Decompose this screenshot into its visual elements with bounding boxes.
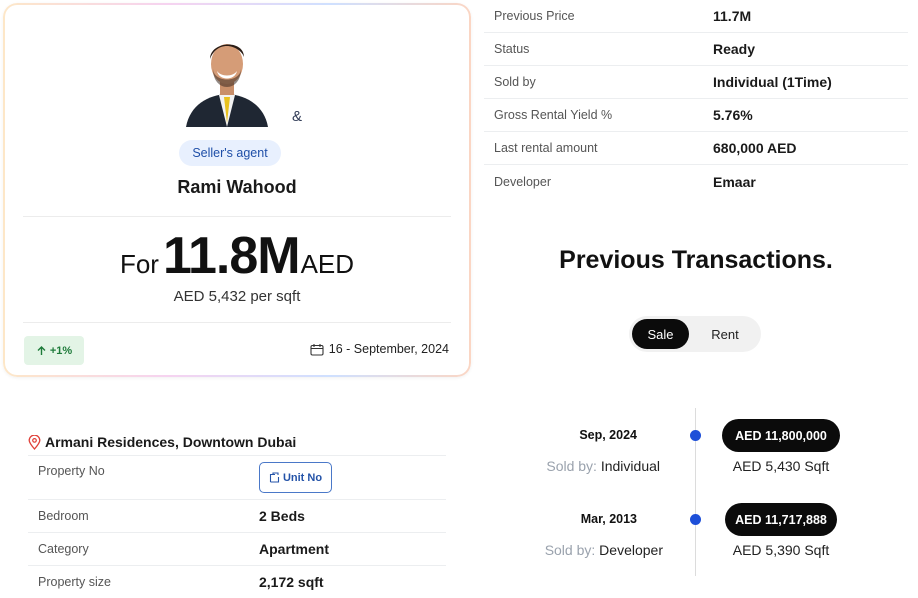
unit-no-button[interactable]: Unit No (259, 462, 332, 493)
detail-value: Ready (713, 41, 756, 57)
property-location: Armani Residences, Downtown Dubai (28, 434, 296, 450)
transaction-sqft-price: AED 5,430 Sqft (732, 458, 830, 474)
agent-name[interactable]: Rami Wahood (3, 177, 471, 198)
detail-row: Sold by Individual (1Time) (484, 66, 908, 99)
transaction-price: AED 11,800,000 (722, 419, 840, 452)
transaction-date: Sep, 2024 (579, 428, 637, 442)
detail-value: 11.7M (713, 8, 752, 24)
detail-label: Sold by (494, 75, 536, 89)
detail-row: Last rental amount 680,000 AED (484, 132, 908, 165)
property-value: 2,172 sqft (259, 574, 324, 590)
price-prefix: For (119, 249, 159, 279)
agent-avatar (186, 44, 268, 127)
detail-row: Previous Price 11.7M (484, 0, 908, 33)
property-label: Category (38, 542, 89, 556)
detail-value: 5.76% (713, 107, 753, 123)
transaction-price: AED 11,717,888 (725, 503, 837, 536)
price-line: For 11.8M AED (3, 226, 471, 286)
price-currency: AED (300, 249, 355, 279)
sale-rent-toggle: Sale Rent (629, 316, 761, 352)
property-value: 2 Beds (259, 508, 305, 524)
unit-no-label: Unit No (282, 471, 323, 484)
detail-label: Gross Rental Yield % (494, 108, 613, 122)
detail-value: Emaar (713, 173, 756, 190)
sold-by-label: Sold by: (544, 542, 596, 558)
arrow-up-icon (37, 346, 46, 355)
previous-transactions-title: Previous Transactions. (559, 246, 833, 274)
role-badge: Seller's agent (179, 140, 281, 166)
tab-sale[interactable]: Sale (632, 319, 689, 349)
price-value: 11.8M (162, 227, 301, 285)
divider (23, 216, 451, 217)
transaction-sold-by: Sold by: Individual (480, 458, 660, 474)
detail-label: Developer (494, 174, 551, 189)
unit-icon (269, 472, 279, 483)
sold-by-value: Developer (599, 542, 663, 558)
timeline-dot (690, 430, 701, 441)
ampersand: & (292, 108, 303, 125)
property-label: Bedroom (38, 509, 89, 523)
tab-rent[interactable]: Rent (695, 319, 755, 349)
property-details-table: Previous Price 11.7M Status Ready Sold b… (484, 0, 908, 198)
property-row: Property No Unit No (28, 455, 446, 499)
detail-value: Individual (1Time) (713, 74, 832, 90)
detail-row: Developer Emaar (484, 165, 908, 198)
calendar-icon (310, 343, 324, 356)
sold-by-value: Individual (600, 458, 660, 474)
property-row: Bedroom 2 Beds (28, 499, 446, 532)
transaction-sold-by: Sold by: Developer (483, 542, 663, 558)
price-change-badge: +1% (24, 336, 84, 365)
property-info-table: Property No Unit No Bedroom 2 Beds Categ… (28, 455, 446, 598)
property-label: Property No (38, 464, 105, 478)
location-pin-icon (28, 434, 41, 450)
detail-row: Gross Rental Yield % 5.76% (484, 99, 908, 132)
price-change-value: +1% (49, 344, 73, 357)
location-text: Armani Residences, Downtown Dubai (45, 434, 297, 450)
divider (23, 322, 451, 323)
transaction-date: Mar, 2013 (580, 512, 637, 526)
property-row: Category Apartment (28, 532, 446, 565)
property-label: Property size (38, 575, 111, 589)
property-row: Property size 2,172 sqft (28, 565, 446, 598)
property-value: Apartment (259, 541, 330, 557)
sold-by-label: Sold by: (546, 458, 597, 474)
detail-value: 680,000 AED (713, 140, 797, 156)
detail-row: Status Ready (484, 33, 908, 66)
agent-card: & Seller's agent Rami Wahood For 11.8M A… (3, 3, 471, 377)
detail-label: Last rental amount (494, 141, 598, 155)
detail-label: Previous Price (494, 9, 575, 23)
price-per-sqft: AED 5,432 per sqft (173, 288, 301, 305)
listing-date: 16 - September, 2024 (310, 342, 449, 356)
transaction-sqft-price: AED 5,390 Sqft (732, 542, 830, 558)
listing-date-text: 16 - September, 2024 (328, 342, 449, 356)
timeline-dot (690, 514, 701, 525)
detail-label: Status (494, 42, 530, 56)
